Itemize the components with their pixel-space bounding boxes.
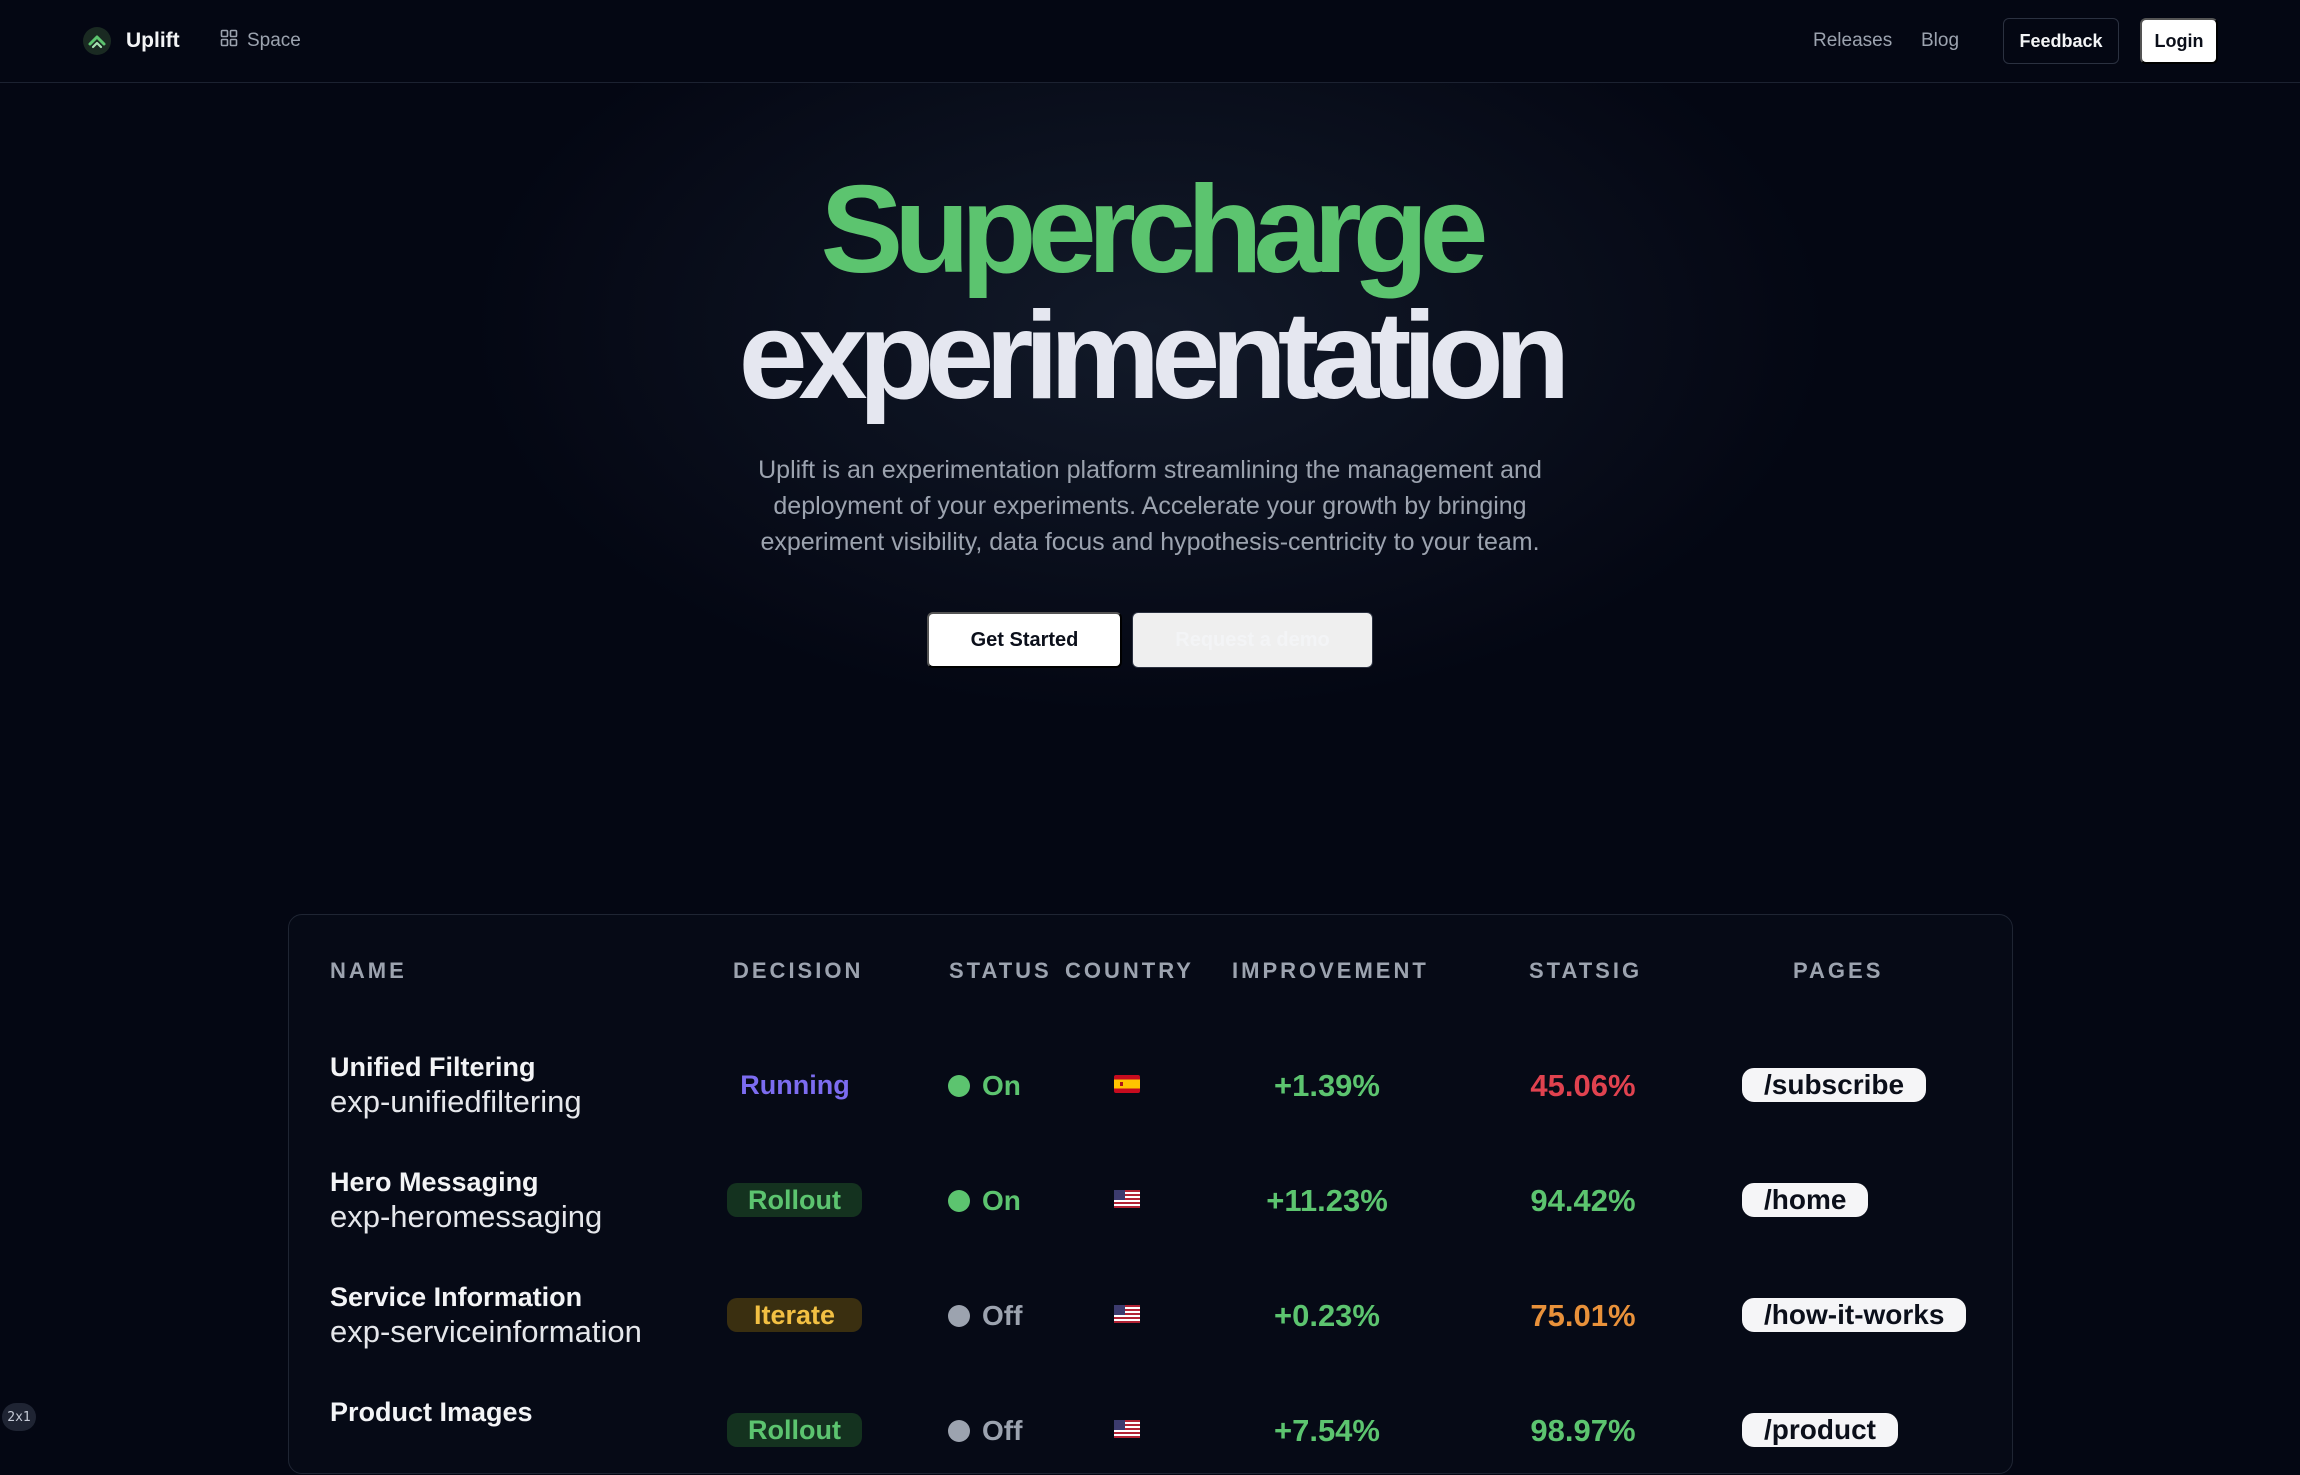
us-flag-icon	[1114, 1420, 1140, 1438]
column-header-name: NAME	[330, 958, 407, 983]
table-row[interactable]: Unified Filtering exp-unifiedfiltering R…	[0, 1050, 2300, 1130]
nav-link-releases[interactable]: Releases	[1813, 24, 1892, 58]
us-flag-icon	[1114, 1305, 1140, 1323]
table-row[interactable]: Hero Messaging exp-heromessaging Rollout…	[0, 1165, 2300, 1245]
table-row[interactable]: Product Images Rollout Off +7.54% 98.97%…	[0, 1395, 2300, 1475]
page-pill: /home	[1742, 1183, 1869, 1217]
status-on-dot-icon	[948, 1075, 970, 1097]
experiment-name: Product Images	[330, 1397, 533, 1427]
grid-icon	[220, 29, 238, 53]
status-off-dot-icon	[948, 1305, 970, 1327]
hero-headline-line-2: experimentation	[738, 287, 1571, 425]
column-header-pages: PAGES	[1793, 958, 1884, 983]
experiment-name: Service Information	[330, 1282, 583, 1312]
column-header-status: STATUS	[949, 958, 1052, 983]
improvement-value: +0.23%	[1273, 1298, 1380, 1333]
brand-name: Uplift	[126, 29, 180, 52]
status-off-dot-icon	[948, 1420, 970, 1442]
hero-subtext: Uplift is an experimentation platform st…	[758, 456, 1542, 556]
nav-link-blog[interactable]: Blog	[1921, 24, 1959, 58]
status-indicator: Off	[948, 1413, 1022, 1449]
status-indicator: On	[948, 1068, 1021, 1104]
column-header-country: COUNTRY	[1065, 958, 1194, 983]
page-pill: /subscribe	[1742, 1068, 1927, 1102]
column-header-statsig: STATSIG	[1529, 958, 1643, 983]
column-header-improvement: IMPROVEMENT	[1232, 958, 1429, 983]
brand-home-link[interactable]: Uplift	[82, 24, 180, 58]
decision-badge: Running	[740, 1070, 850, 1100]
statsig-value: 45.06%	[1530, 1068, 1636, 1103]
experiment-name: Hero Messaging	[330, 1167, 539, 1197]
status-indicator: Off	[948, 1298, 1022, 1334]
table-row[interactable]: Service Information exp-serviceinformati…	[0, 1280, 2300, 1360]
status-label: Off	[982, 1300, 1023, 1331]
page-pill: /product	[1742, 1413, 1898, 1447]
status-on-dot-icon	[948, 1190, 970, 1212]
space-link[interactable]: Space	[220, 24, 301, 58]
status-label: On	[982, 1185, 1021, 1216]
us-flag-icon	[1114, 1190, 1140, 1208]
improvement-value: +1.39%	[1273, 1068, 1380, 1103]
decision-badge: Iterate	[727, 1298, 862, 1332]
decision-badge: Rollout	[727, 1413, 862, 1447]
improvement-value: +11.23%	[1266, 1183, 1388, 1218]
statsig-value: 75.01%	[1530, 1298, 1636, 1333]
request-demo-button[interactable]: Request a demo	[1132, 612, 1373, 668]
uplift-logo-icon	[82, 26, 112, 56]
statsig-value: 98.97%	[1530, 1413, 1636, 1448]
zoom-level-badge: 2x1	[2, 1403, 36, 1431]
experiment-name: Unified Filtering	[330, 1052, 536, 1082]
hero-headline-line-1: Supercharge	[820, 161, 1488, 299]
statsig-value: 94.42%	[1530, 1183, 1636, 1218]
experiment-key: exp-serviceinformation	[330, 1314, 642, 1349]
top-nav: Uplift Space Releases Blog Feedback Logi…	[0, 0, 2300, 83]
status-label: Off	[982, 1415, 1023, 1446]
login-button[interactable]: Login	[2140, 18, 2218, 64]
experiment-key: exp-heromessaging	[330, 1199, 603, 1234]
status-label: On	[982, 1070, 1021, 1101]
experiment-key: exp-unifiedfiltering	[330, 1084, 582, 1119]
space-label: Space	[247, 30, 301, 51]
feedback-button[interactable]: Feedback	[2003, 18, 2119, 64]
improvement-value: +7.54%	[1273, 1413, 1380, 1448]
get-started-button[interactable]: Get Started	[927, 612, 1122, 668]
page-pill: /how-it-works	[1742, 1298, 1967, 1332]
decision-badge: Rollout	[727, 1183, 862, 1217]
column-header-decision: DECISION	[733, 958, 864, 983]
spain-flag-icon	[1114, 1075, 1140, 1093]
status-indicator: On	[948, 1183, 1021, 1219]
